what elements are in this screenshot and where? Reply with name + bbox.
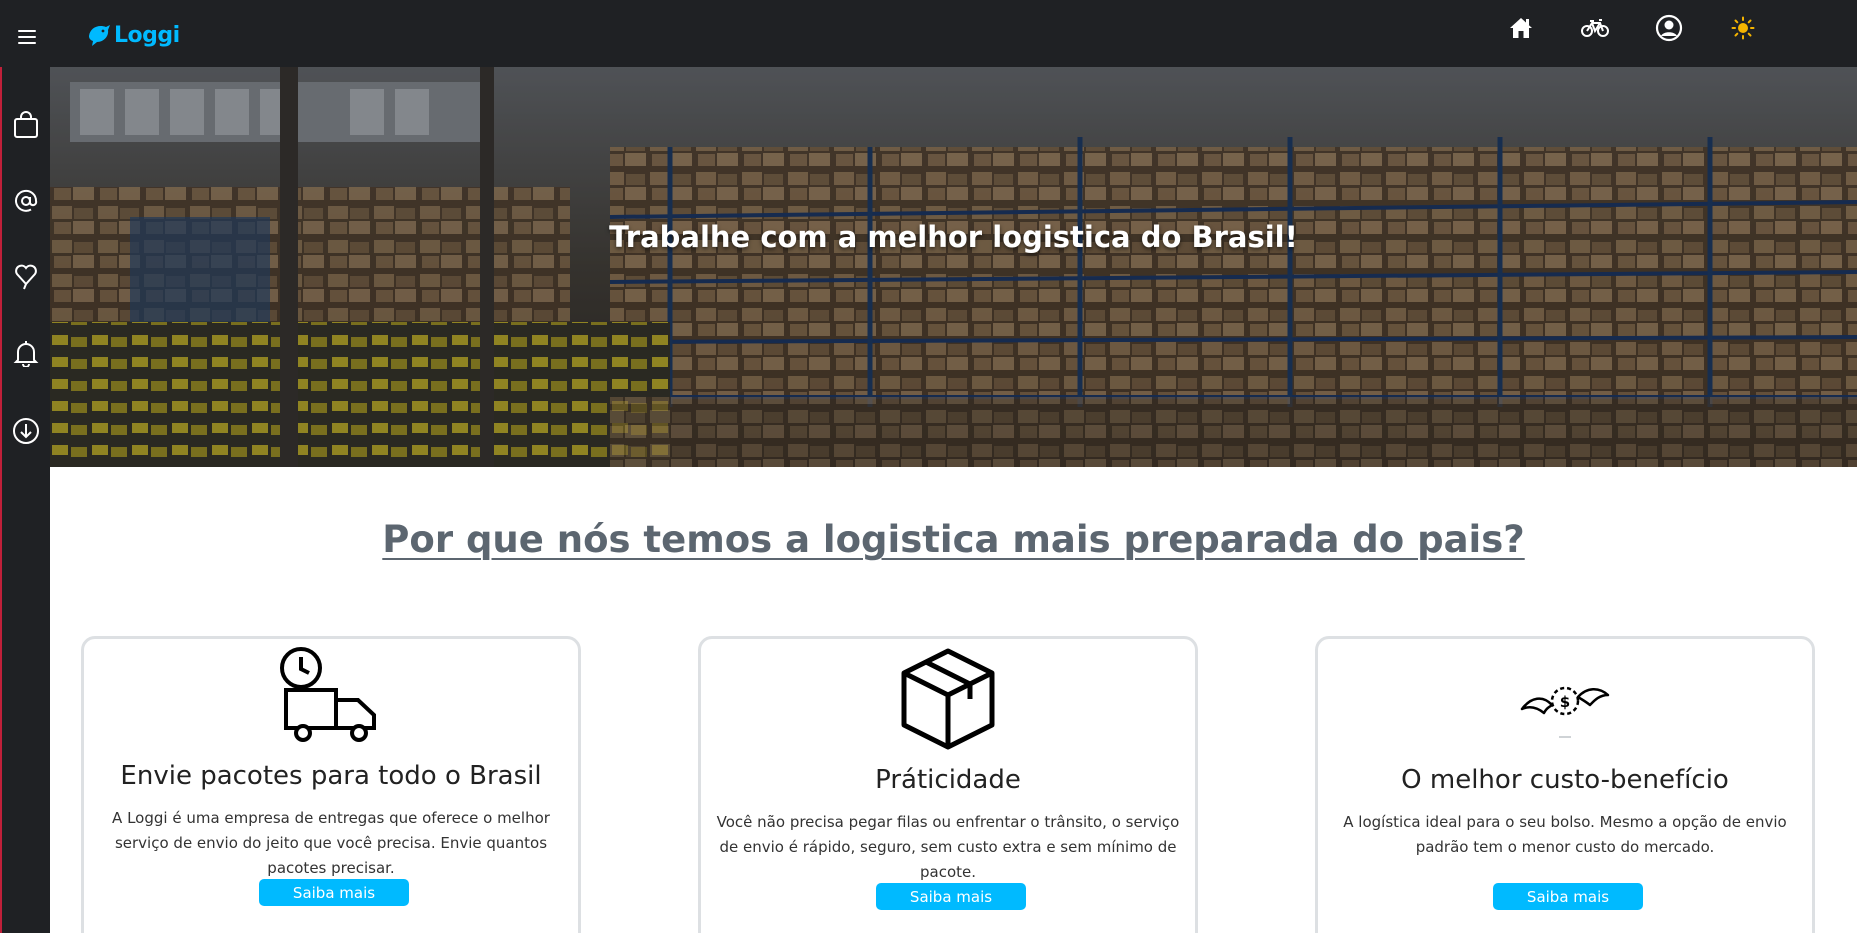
section-title: Por que nós temos a logistica mais prepa…	[382, 518, 1525, 561]
at-icon[interactable]	[12, 187, 40, 215]
loggi-bird-icon	[89, 25, 110, 46]
menu-icon[interactable]	[18, 30, 36, 44]
card-text: Você não precisa pegar filas ou enfrenta…	[716, 813, 1180, 881]
feature-card-shipping: Envie pacotes para todo o Brasil A Loggi…	[81, 636, 581, 933]
bicycle-icon[interactable]	[1579, 12, 1611, 44]
top-navbar: Loggi	[0, 0, 1857, 67]
card-text: A logística ideal para o seu bolso. Mesm…	[1343, 813, 1787, 856]
saiba-mais-button[interactable]: Saiba mais	[876, 883, 1026, 910]
warehouse-image	[50, 67, 1857, 467]
card-title: O melhor custo-benefício	[1401, 765, 1729, 795]
card-text: A Loggi é uma empresa de entregas que of…	[112, 809, 550, 877]
heart-icon[interactable]	[12, 262, 40, 290]
user-circle-icon[interactable]	[1653, 12, 1685, 44]
saiba-mais-button[interactable]: Saiba mais	[1493, 883, 1643, 910]
logo[interactable]: Loggi	[86, 18, 180, 52]
saiba-mais-button[interactable]: Saiba mais	[259, 879, 409, 906]
flying-money-icon: $	[1318, 675, 1812, 745]
feature-card-practicality: Práticidade Você não precisa pegar filas…	[698, 636, 1198, 933]
hero-banner: Trabalhe com a melhor logistica do Brasi…	[50, 67, 1857, 467]
delivery-truck-clock-icon	[84, 645, 578, 745]
feature-card-cost: $ O melhor custo-benefício A logística i…	[1315, 636, 1815, 933]
svg-text:$: $	[1560, 693, 1570, 711]
hero-title: Trabalhe com a melhor logistica do Brasi…	[609, 220, 1298, 254]
sun-icon[interactable]	[1727, 12, 1759, 44]
shopping-bag-icon[interactable]	[12, 111, 40, 139]
download-icon[interactable]	[12, 417, 40, 445]
home-icon[interactable]	[1505, 12, 1537, 44]
logo-text: Loggi	[114, 22, 180, 48]
sidebar	[0, 67, 50, 933]
bell-icon[interactable]	[12, 339, 40, 367]
package-box-icon	[701, 647, 1195, 751]
card-title: Envie pacotes para todo o Brasil	[120, 761, 542, 791]
card-title: Práticidade	[875, 765, 1021, 795]
